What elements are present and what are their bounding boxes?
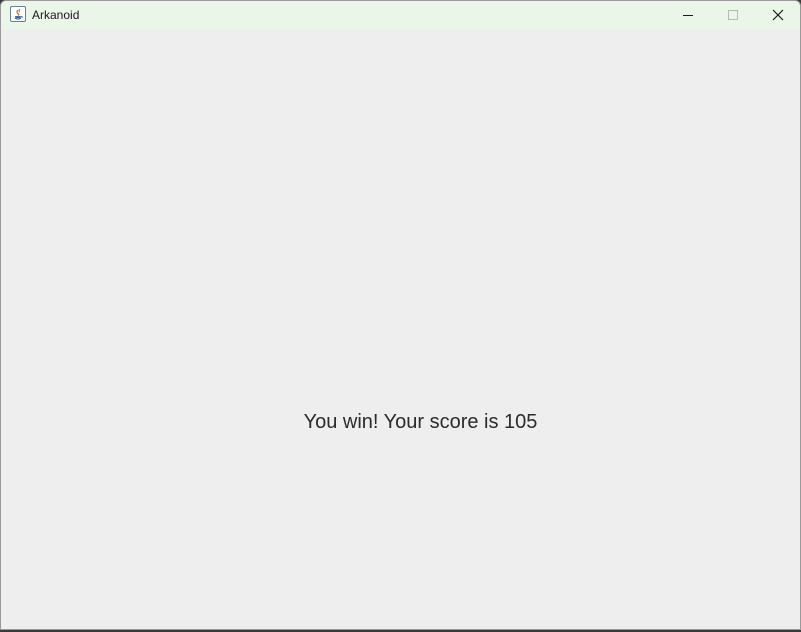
close-icon — [772, 9, 784, 21]
title-bar[interactable]: Arkanoid — [1, 1, 800, 29]
minimize-icon — [683, 15, 693, 16]
window-title: Arkanoid — [32, 8, 80, 22]
close-button[interactable] — [755, 1, 800, 29]
java-app-icon — [10, 6, 26, 22]
maximize-button[interactable] — [710, 1, 756, 29]
game-canvas[interactable]: You win! Your score is 105 — [1, 29, 800, 629]
game-over-message: You win! Your score is 105 — [303, 411, 538, 433]
maximize-icon — [728, 10, 738, 20]
app-window: Arkanoid You win! Your score is 105 — [0, 0, 801, 630]
minimize-button[interactable] — [665, 1, 711, 29]
